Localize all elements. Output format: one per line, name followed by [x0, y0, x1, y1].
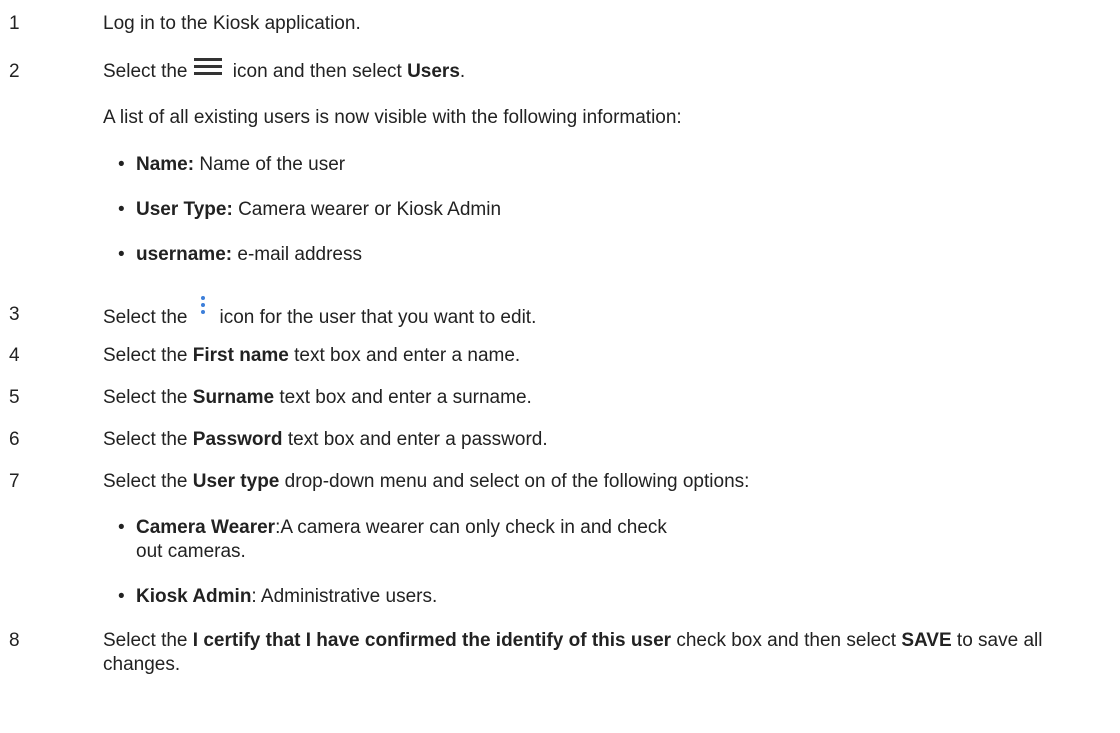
step-number: 7	[9, 471, 20, 492]
step-number: 4	[9, 345, 20, 366]
list-item: • Name: Name of the user	[118, 154, 346, 175]
step-text: Select the icon and then select Users.	[103, 57, 1103, 84]
step-text: Select the User type drop-down menu and …	[103, 471, 750, 492]
step-number: 5	[9, 387, 20, 408]
step-number: 6	[9, 429, 20, 450]
step-number: 8	[9, 630, 20, 651]
hamburger-menu-icon	[193, 56, 222, 78]
list-item: • username: e-mail address	[118, 244, 362, 265]
step-text: Select the Surname text box and enter a …	[103, 387, 532, 408]
list-item: • User Type: Camera wearer or Kiosk Admin	[118, 199, 502, 220]
list-item: • Kiosk Admin: Administrative users.	[118, 586, 438, 607]
step-number: 1	[9, 13, 20, 34]
step-text: Select the icon for the user that you wan…	[103, 296, 1103, 333]
more-vertical-icon	[195, 295, 211, 325]
step-text: Log in to the Kiosk application.	[103, 13, 361, 34]
step-text: Select the Password text box and enter a…	[103, 429, 548, 450]
step-text: Select the First name text box and enter…	[103, 345, 521, 366]
step-text: Select the I certify that I have confirm…	[103, 630, 1043, 675]
step-number: 2	[9, 61, 20, 82]
users-label: Users	[407, 61, 460, 82]
step-number: 3	[9, 304, 20, 325]
list-intro: A list of all existing users is now visi…	[103, 107, 682, 128]
list-item: • Camera Wearer:A camera wearer can only …	[118, 517, 667, 562]
